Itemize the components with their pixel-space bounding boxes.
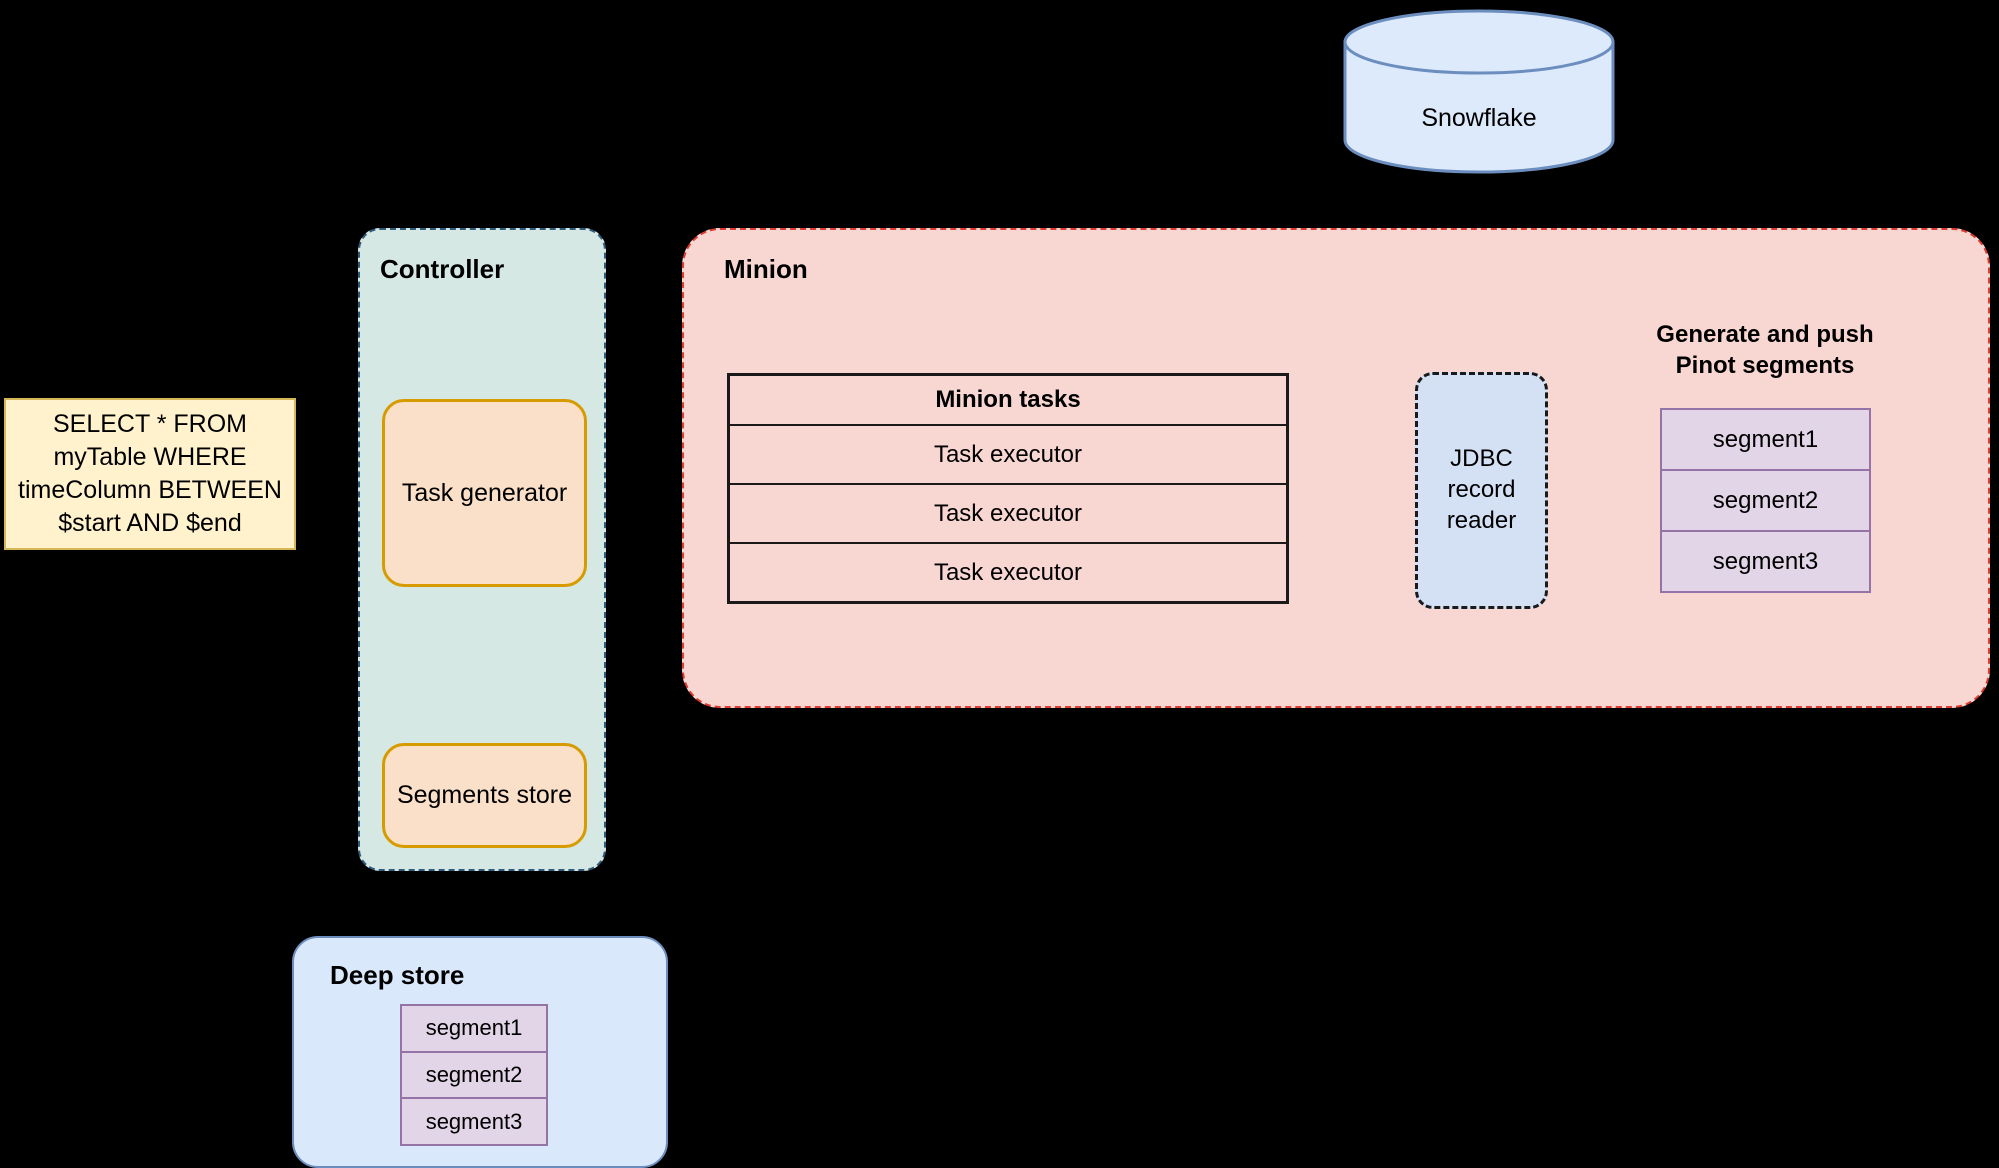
list-item: segment3 — [1660, 530, 1871, 593]
deep-store-segment-stack: segment1 segment2 segment3 — [400, 1004, 548, 1147]
cylinder-icon — [1343, 9, 1615, 174]
table-row: Task executor — [730, 426, 1286, 485]
task-generator-label: Task generator — [401, 478, 568, 507]
list-item: segment1 — [1660, 408, 1871, 471]
segments-store-label: Segments store — [396, 781, 573, 809]
list-item: segment1 — [400, 1004, 548, 1053]
minion-title: Minion — [724, 254, 808, 284]
list-item: segment3 — [400, 1097, 548, 1147]
list-item: segment2 — [1660, 469, 1871, 532]
minion-tasks-table: Minion tasks Task executor Task executor… — [727, 373, 1289, 604]
task-generator-node[interactable]: Task generator — [382, 399, 587, 587]
segments-store-node[interactable]: Segments store — [382, 743, 587, 848]
jdbc-record-reader-node[interactable]: JDBC record reader — [1415, 372, 1548, 609]
deep-store-title: Deep store — [330, 960, 465, 990]
generate-push-segments-label: Generate and push Pinot segments — [1656, 321, 1874, 379]
jdbc-record-reader-label: JDBC record reader — [1446, 445, 1517, 534]
table-row: Task executor — [933, 558, 1083, 586]
sql-query-text: SELECT * FROM myTable WHERE timeColumn B… — [18, 410, 282, 537]
table-row: Task executor — [730, 485, 1286, 544]
minion-tasks-header: Minion tasks — [730, 376, 1286, 426]
diagram-canvas: SELECT * FROM myTable WHERE timeColumn B… — [0, 0, 1999, 1168]
list-item: segment2 — [400, 1050, 548, 1100]
snowflake-label: Snowflake — [1421, 104, 1537, 132]
minion-segment-stack: segment1 segment2 segment3 — [1660, 408, 1871, 593]
controller-title: Controller — [380, 254, 505, 284]
snowflake-database-node: Snowflake — [1343, 8, 1615, 174]
sql-query-box: SELECT * FROM myTable WHERE timeColumn B… — [4, 398, 296, 550]
